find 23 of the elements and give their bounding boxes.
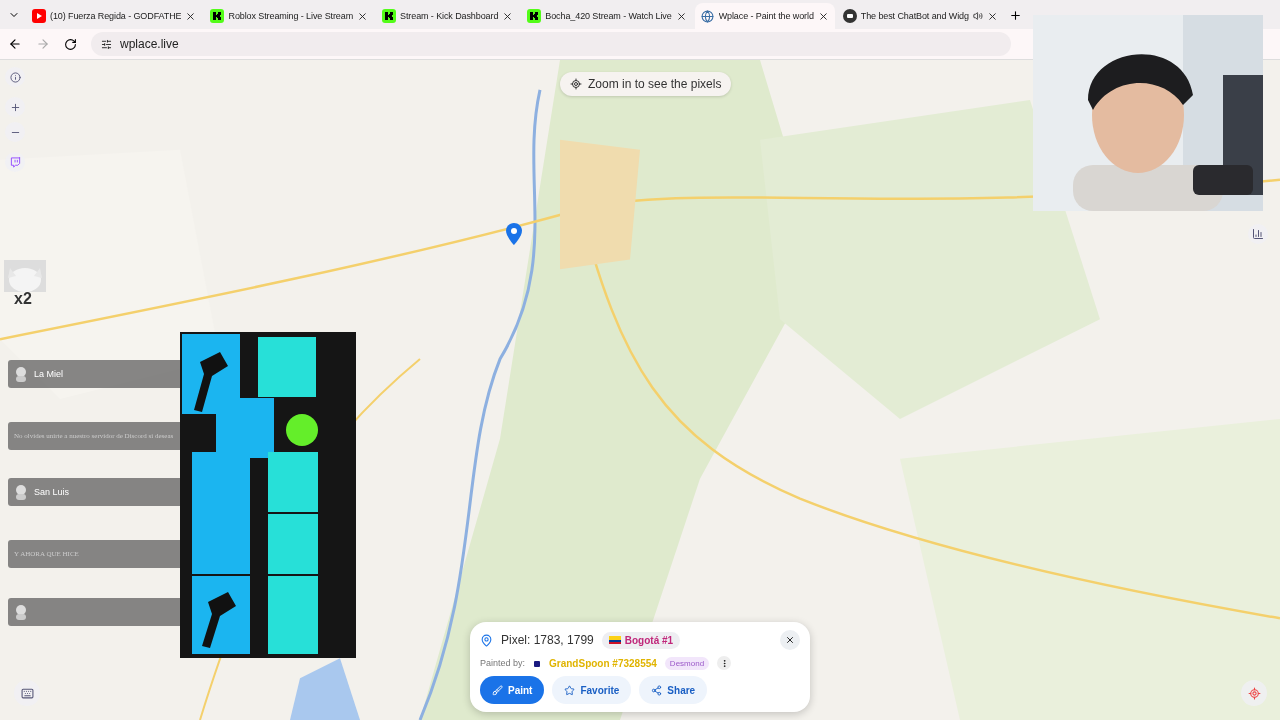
site-settings-icon[interactable] (101, 38, 112, 50)
close-icon[interactable] (502, 10, 514, 22)
chatbot-icon (842, 9, 857, 23)
back-icon[interactable] (8, 37, 22, 51)
browser-tab[interactable]: Wplace - Paint the world (694, 3, 835, 29)
address-field[interactable]: wplace.live (91, 32, 1011, 56)
video-icon (32, 9, 46, 23)
kick-logo-icon (382, 9, 397, 23)
close-icon[interactable] (185, 10, 197, 22)
kick-logo-icon (210, 9, 225, 23)
close-icon[interactable] (357, 10, 369, 22)
browser-tab[interactable]: The best ChatBot and Widg (836, 3, 1004, 29)
kick-logo-icon (527, 9, 542, 23)
browser-tab[interactable]: Roblox Streaming - Live Stream (204, 3, 375, 29)
browser-tab[interactable]: Stream - Kick Dashboard (376, 3, 520, 29)
browser-tab[interactable]: (10) Fuerza Regida - GODFATHE (26, 3, 203, 29)
reload-icon[interactable] (64, 37, 77, 51)
close-icon[interactable] (986, 10, 998, 22)
close-icon[interactable] (675, 10, 687, 22)
plus-icon (1009, 8, 1023, 22)
close-icon[interactable] (817, 10, 829, 22)
browser-tab[interactable]: Bocha_420 Stream - Watch Live (521, 3, 693, 29)
globe-icon (700, 9, 715, 23)
